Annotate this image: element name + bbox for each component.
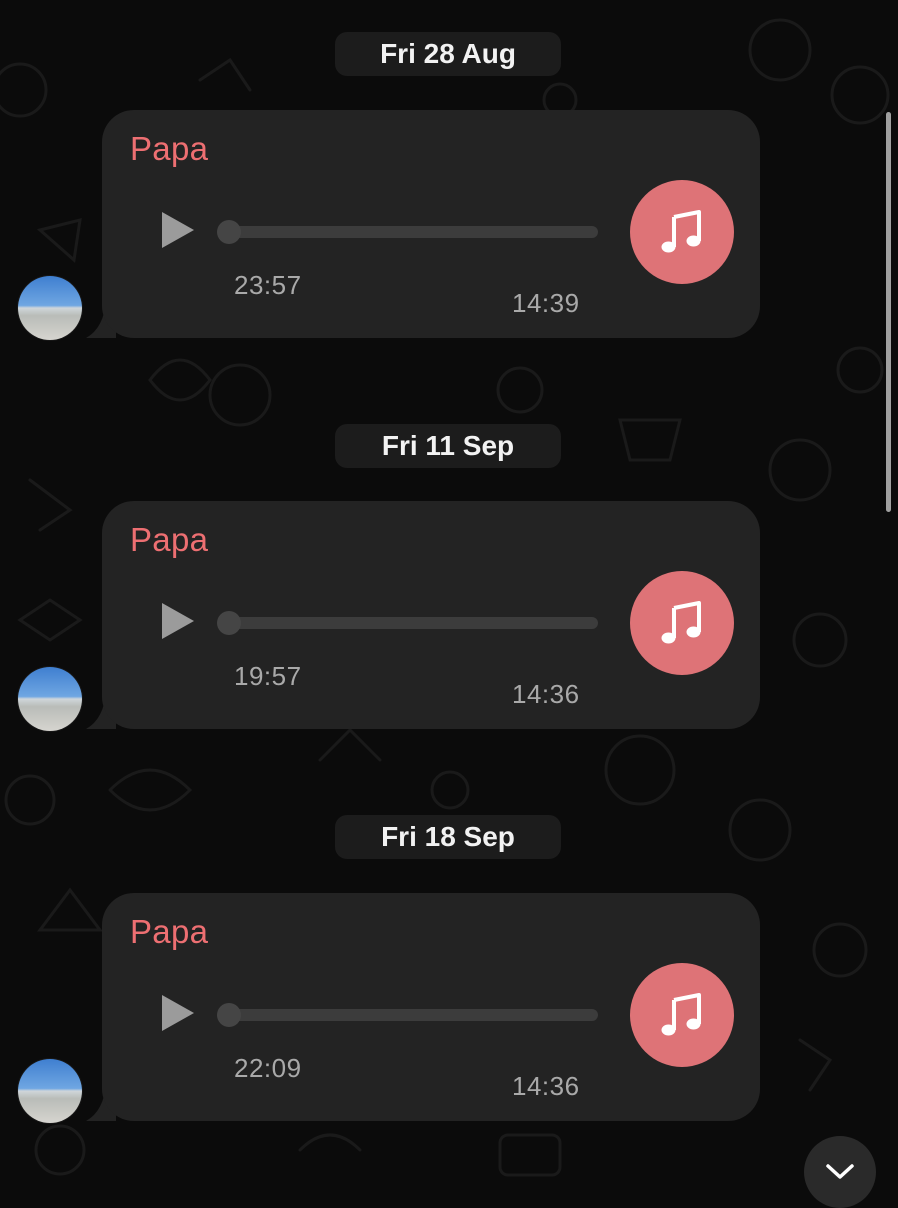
- audio-progress-track[interactable]: [217, 611, 598, 635]
- play-button[interactable]: [158, 208, 198, 252]
- message-time: 14:39: [512, 288, 580, 318]
- play-icon: [162, 212, 194, 248]
- audio-progress-knob[interactable]: [217, 611, 241, 635]
- avatar[interactable]: [18, 1059, 82, 1123]
- music-button[interactable]: [630, 963, 734, 1067]
- message-bubble[interactable]: Papa 22:09 14:36: [102, 893, 760, 1121]
- sender-name[interactable]: Papa: [130, 913, 208, 951]
- play-icon: [162, 995, 194, 1031]
- voice-message: Papa 23:57 14:39: [0, 110, 898, 340]
- message-time: 14:36: [512, 679, 580, 709]
- music-note-icon: [661, 993, 701, 1036]
- chevron-down-icon: [826, 1164, 854, 1179]
- music-note-icon: [661, 210, 701, 253]
- audio-duration: 22:09: [234, 1053, 302, 1083]
- date-separator: Fri 18 Sep: [335, 815, 561, 859]
- avatar[interactable]: [18, 667, 82, 731]
- voice-message: Papa 22:09 14:36: [0, 893, 898, 1123]
- voice-message: Papa 19:57 14:36: [0, 501, 898, 731]
- date-separator: Fri 28 Aug: [335, 32, 561, 76]
- audio-duration: 23:57: [234, 270, 302, 300]
- scroll-to-bottom-button[interactable]: [804, 1136, 876, 1208]
- sender-name[interactable]: Papa: [130, 130, 208, 168]
- audio-progress-knob[interactable]: [217, 220, 241, 244]
- music-note-icon: [661, 601, 701, 644]
- audio-progress-knob[interactable]: [217, 1003, 241, 1027]
- date-label: Fri 11 Sep: [381, 430, 515, 461]
- play-icon: [162, 603, 194, 639]
- play-button[interactable]: [158, 599, 198, 643]
- audio-progress-track[interactable]: [217, 1003, 598, 1027]
- sender-name[interactable]: Papa: [130, 521, 208, 559]
- date-separator: Fri 11 Sep: [335, 424, 561, 468]
- audio-duration: 19:57: [234, 661, 302, 691]
- date-label: Fri 18 Sep: [381, 821, 515, 852]
- audio-progress-track[interactable]: [217, 220, 598, 244]
- message-time: 14:36: [512, 1071, 580, 1101]
- scrollbar[interactable]: [886, 112, 891, 512]
- music-button[interactable]: [630, 180, 734, 284]
- play-button[interactable]: [158, 991, 198, 1035]
- date-label: Fri 28 Aug: [380, 38, 516, 69]
- message-bubble[interactable]: Papa 19:57 14:36: [102, 501, 760, 729]
- message-bubble[interactable]: Papa 23:57 14:39: [102, 110, 760, 338]
- music-button[interactable]: [630, 571, 734, 675]
- avatar[interactable]: [18, 276, 82, 340]
